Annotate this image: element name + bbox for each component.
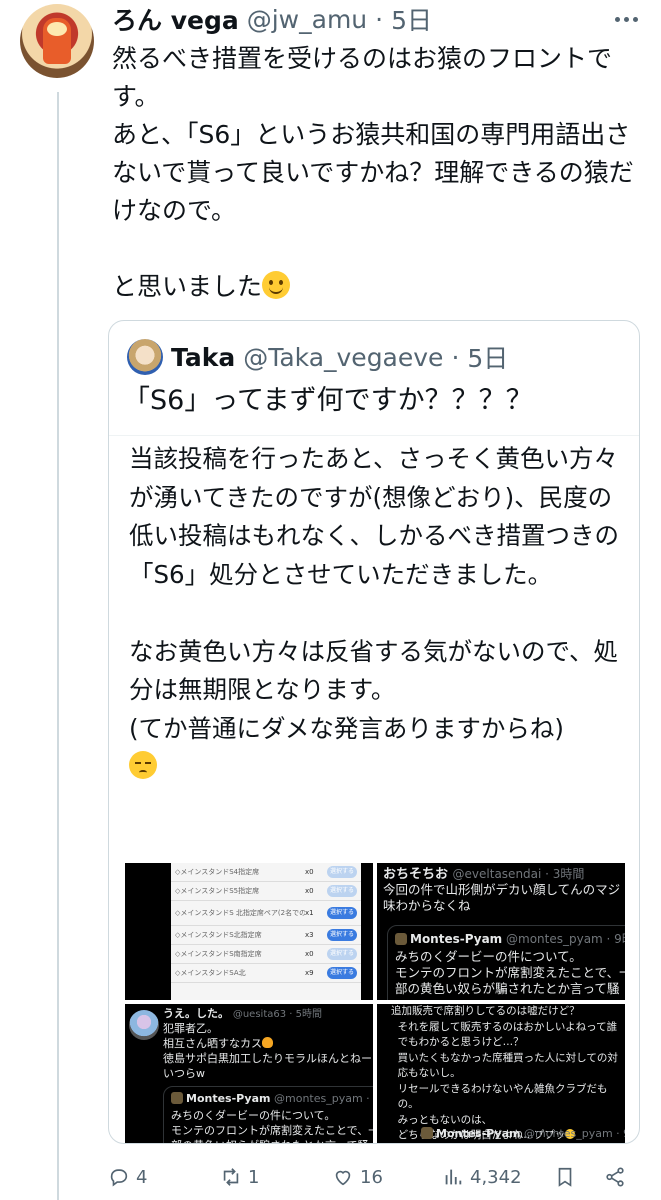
reply-button[interactable]: 4	[108, 1160, 147, 1194]
media-grid: ◇メインスタンドS4指定席 x0 選択する ◇メインスタンドS5指定席 x0 選択する …	[125, 863, 625, 1143]
post-b-name: うえ。した。	[163, 1007, 229, 1020]
mini-avatar	[395, 933, 407, 945]
action-bar: 4 1 16 4,342	[108, 1160, 640, 1194]
post-b-text-3: 徳島サポ白黒加工したりモラルほんとねーなこ いつらw	[163, 1052, 373, 1080]
ticket-row: ◇メインスタンドS5指定席 x0 選択する	[171, 882, 361, 901]
avatar-face	[47, 22, 67, 36]
separator-dot: ·	[375, 4, 384, 34]
ticket-row: ◇メインスタンドS4指定席 x0 選択する	[171, 863, 361, 882]
ticket-list: ◇メインスタンドS4指定席 x0 選択する ◇メインスタンドS5指定席 x0 選択する …	[171, 863, 361, 1000]
mini-avatar	[421, 1127, 433, 1139]
thread-line	[57, 92, 59, 1200]
post-b-avatar	[129, 1010, 159, 1040]
media-image-post-b[interactable]: うえ。した。 @uesita63 · 5時間 犯罪者乙。 相互さん晒すなカス 徳…	[125, 1004, 373, 1143]
bookmark-icon	[558, 1167, 572, 1187]
quote-handle: @Taka_vegaeve	[243, 342, 444, 372]
like-count: 16	[360, 1166, 383, 1188]
share-icon	[606, 1167, 624, 1187]
media-image-post-c[interactable]: 追加販売で席割りしてるのは嘘だけど？ それを履して販売するのはおかしいよねって誰…	[377, 1004, 625, 1143]
ticket-row: ◇メインスタンドS北指定席 x3 選択する	[171, 926, 361, 945]
media-image-post-a[interactable]: おちそちお @eveltasendai · 3時間 今回の件で山形側がデカい顔し…	[377, 863, 625, 1000]
post-a-quoted-meta: @montes_pyam · 9時	[506, 932, 625, 946]
avatar[interactable]	[20, 4, 94, 78]
tweet-text: 然るべき措置を受けるのはお猿のフロントです。 あと、「S6」というお猿共和国の専…	[112, 40, 642, 306]
post-b-quoted-text: みちのくダービーの件について。 モンテのフロントが席割変えたことで、一 部の黄色…	[171, 1109, 373, 1143]
quote-avatar	[127, 339, 163, 375]
reply-count: 4	[136, 1166, 148, 1188]
post-b-text-1: 犯罪者乙。	[163, 1022, 218, 1035]
post-b-quoted-name: Montes-Pyam	[186, 1092, 271, 1105]
retweet-icon	[223, 1168, 239, 1186]
timestamp[interactable]: 5日	[391, 1, 432, 37]
heart-icon	[335, 1170, 351, 1186]
quoted-tweet[interactable]: Taka @Taka_vegaeve · 5日 「S6」ってまず何ですか？？？？…	[108, 320, 640, 1144]
mini-avatar	[171, 1092, 183, 1104]
ticket-row: ◇メインスタンドS 北指定席ペア(2名での入場は2枚チケット購入必要)x1選択す…	[171, 901, 361, 926]
like-button[interactable]: 16	[332, 1160, 383, 1194]
retweet-button[interactable]: 1	[220, 1160, 259, 1194]
post-a-quoted-name: Montes-Pyam	[410, 932, 503, 946]
views-count: 4,342	[470, 1166, 522, 1188]
post-a-meta: @eveltasendai · 3時間	[452, 867, 585, 881]
share-button[interactable]	[604, 1160, 626, 1194]
bookmark-button[interactable]	[554, 1160, 576, 1194]
pensive-face-icon	[129, 751, 157, 779]
quote-body-text: 当該投稿を行ったあと、さっそく黄色い方々が湧いてきたのですが(想像どおり)、民度…	[129, 444, 619, 743]
quote-separator-dot: ·	[451, 342, 460, 372]
post-a-name: おちそちお	[383, 867, 449, 882]
display-name[interactable]: ろん vega	[112, 1, 239, 37]
fire-icon	[262, 1037, 273, 1048]
media-image-tickets[interactable]: ◇メインスタンドS4指定席 x0 選択する ◇メインスタンドS5指定席 x0 選択する …	[125, 863, 373, 1000]
views-button[interactable]: 4,342	[442, 1160, 522, 1194]
post-c-quoted-meta: @montes_pyam · 9時間	[524, 1127, 625, 1140]
quote-header: Taka @Taka_vegaeve · 5日	[127, 339, 629, 375]
quote-display-name: Taka	[171, 342, 236, 372]
post-c-text: 追加販売で席割りしてるのは嘘だけど？ それを履して販売するのはおかしいよねって誰…	[391, 1005, 618, 1141]
reply-icon	[110, 1169, 128, 1187]
post-b-text-2: 相互さん晒すなカス	[163, 1037, 262, 1050]
post-b-meta: @uesita63 · 5時間	[232, 1009, 322, 1020]
ticket-row: ◇メインスタンドS南指定席 x0 選択する	[171, 945, 361, 964]
quote-timestamp: 5日	[467, 344, 509, 373]
post-a-text: 今回の件で山形側がデカい顔してんのマジ 味わからなくね	[383, 882, 621, 913]
views-icon	[445, 1169, 462, 1185]
retweet-count: 1	[248, 1166, 260, 1188]
post-a-quoted-text: みちのくダービーの件について。 モンテのフロントが席割変えたことで、一 部の黄色…	[395, 949, 625, 996]
ticket-row: ◇メインスタンドSA北 x9 選択する	[171, 964, 361, 983]
tweet-header: ろん vega @jw_amu · 5日	[112, 2, 641, 36]
smiling-face-icon	[262, 271, 291, 299]
more-icon[interactable]	[611, 6, 641, 32]
quote-body: 当該投稿を行ったあと、さっそく黄色い方々が湧いてきたのですが(想像どおり)、民度…	[109, 435, 639, 851]
post-b-quoted-meta: @montes_pyam · 9時間	[274, 1092, 370, 1105]
handle[interactable]: @jw_amu	[247, 5, 367, 34]
quote-question: 「S6」ってまず何ですか？？？？	[123, 385, 533, 416]
tweet-body: 然るべき措置を受けるのはお猿のフロントです。 あと、「S6」というお猿共和国の専…	[112, 44, 634, 301]
post-c-quoted-name: Montes-Pyam	[436, 1127, 521, 1140]
